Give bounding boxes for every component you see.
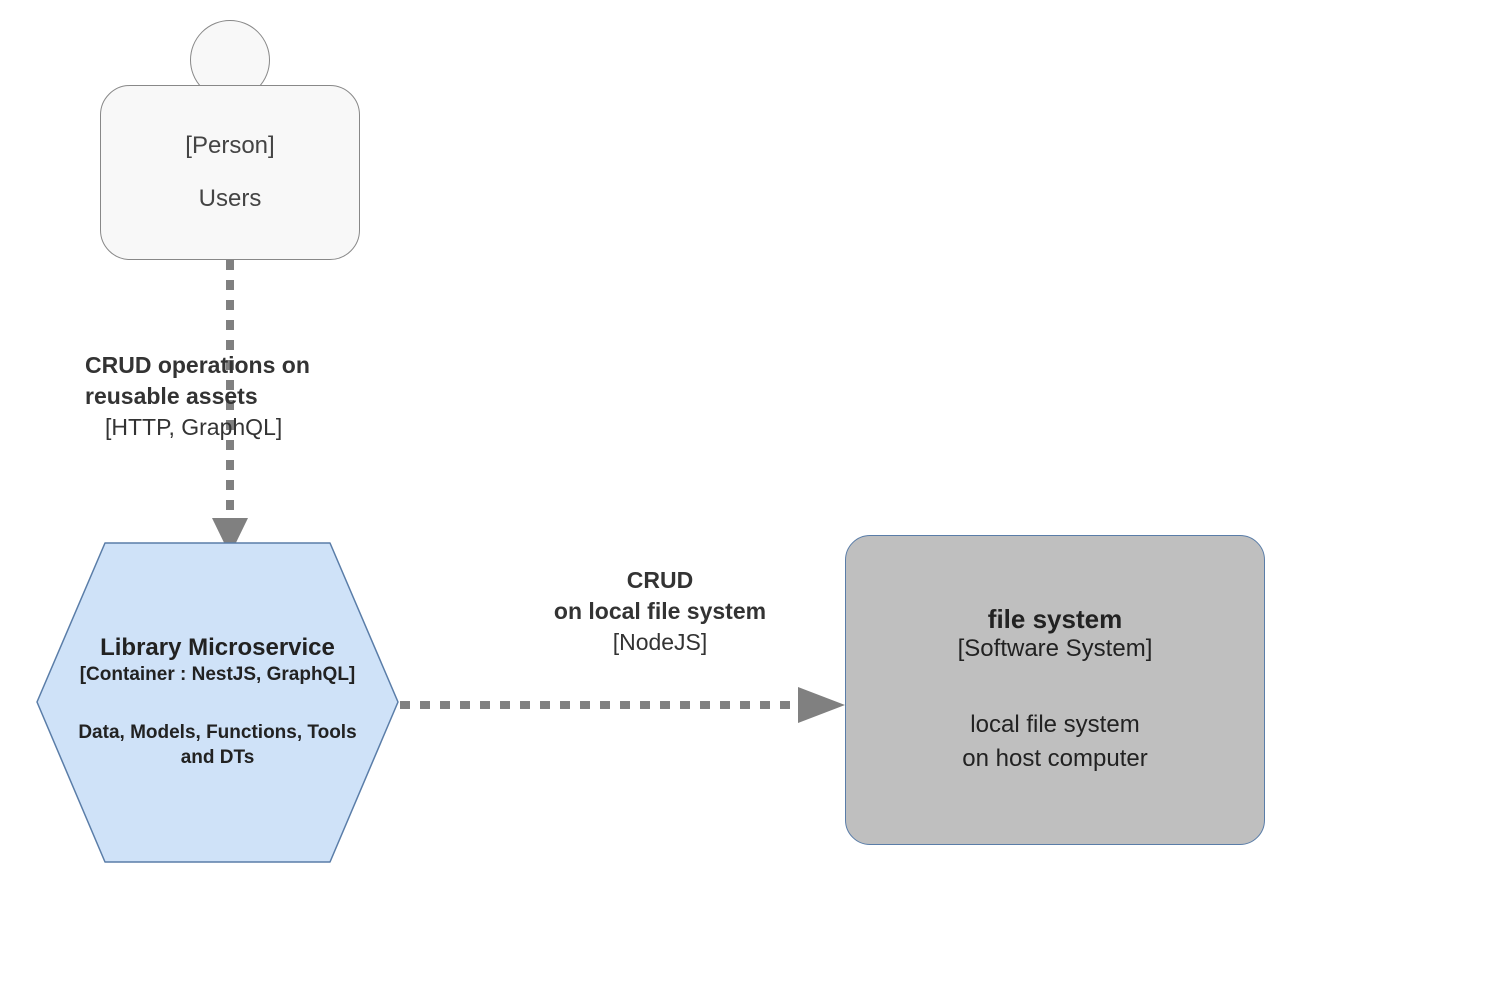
edge2-tech: [NodeJS] bbox=[505, 627, 815, 658]
filesystem-subtitle: [Software System] bbox=[958, 635, 1153, 663]
library-description: Data, Models, Functions, Tools and DTs bbox=[70, 721, 365, 770]
person-name: Users bbox=[199, 185, 262, 213]
edge-label-library-to-filesystem: CRUD on local file system [NodeJS] bbox=[505, 565, 815, 658]
library-title: Library Microservice bbox=[100, 634, 335, 662]
library-content: Library Microservice [Container : NestJS… bbox=[30, 535, 405, 870]
library-microservice-node: Library Microservice [Container : NestJS… bbox=[30, 535, 405, 870]
edge2-line1: CRUD bbox=[505, 565, 815, 596]
edge1-tech: [HTTP, GraphQL] bbox=[105, 412, 385, 443]
edge1-line1: CRUD operations on bbox=[85, 350, 385, 381]
filesystem-title: file system bbox=[988, 604, 1122, 635]
person-stereotype: [Person] bbox=[185, 132, 274, 160]
edge-label-user-to-library: CRUD operations on reusable assets [HTTP… bbox=[85, 350, 385, 443]
person-actor: [Person] Users bbox=[100, 85, 360, 260]
edge1-line2: reusable assets bbox=[85, 381, 385, 412]
filesystem-desc-1: local file system bbox=[970, 708, 1139, 742]
filesystem-desc-2: on host computer bbox=[962, 742, 1147, 776]
architecture-diagram: [Person] Users CRUD operations on reusab… bbox=[0, 0, 1502, 982]
arrow-library-to-filesystem bbox=[400, 675, 850, 735]
edge2-line2: on local file system bbox=[505, 596, 815, 627]
library-subtitle: [Container : NestJS, GraphQL] bbox=[80, 664, 356, 686]
filesystem-node: file system [Software System] local file… bbox=[845, 535, 1265, 845]
